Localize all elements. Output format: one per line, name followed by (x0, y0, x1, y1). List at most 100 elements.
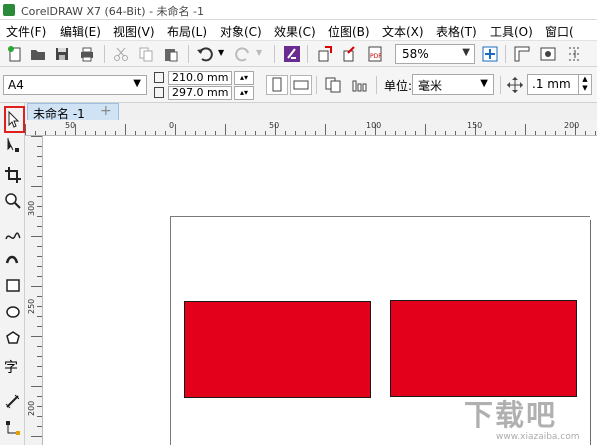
portrait-icon (272, 77, 282, 92)
menu-bitmaps[interactable]: 位图(B) (328, 23, 370, 40)
undo-dropdown-arrow-icon[interactable]: ▼ (218, 48, 224, 57)
toolbar-separator (376, 76, 377, 94)
nudge-distance-spinner[interactable]: ▲ ▼ (578, 74, 592, 95)
menu-file[interactable]: 文件(F) (6, 23, 46, 40)
watermark-url: www.xiazaiba.com (496, 432, 580, 442)
copy-icon[interactable] (137, 45, 155, 63)
toolbar-separator (104, 45, 105, 63)
import-icon[interactable] (316, 45, 334, 63)
menu-view[interactable]: 视图(V) (113, 23, 155, 40)
units-label: 单位: (384, 79, 413, 93)
show-rulers-icon[interactable] (513, 45, 531, 63)
toolbar-separator (316, 76, 317, 94)
page-height-icon (154, 87, 164, 98)
export-icon[interactable] (341, 45, 359, 63)
ruler-label: 50 (269, 121, 280, 130)
shape-tool-icon[interactable] (4, 136, 22, 154)
title-bar: CorelDRAW X7 (64-Bit) - 未命名 -1 (0, 0, 597, 20)
rectangle-tool-icon[interactable] (4, 277, 22, 295)
toolbar-separator (505, 45, 506, 63)
chevron-down-icon: ▼ (462, 47, 470, 58)
pick-tool-highlight (4, 106, 25, 133)
artistic-media-tool-icon[interactable] (4, 251, 22, 269)
property-bar: A4 ▼ 210.0 mm ▴▾ 297.0 mm ▴▾ 单位: 毫米 ▼ .1… (0, 67, 597, 103)
watermark-logo: 下载吧 (464, 398, 558, 432)
undo-icon[interactable] (196, 45, 214, 63)
zoom-tool-icon[interactable] (4, 192, 22, 210)
portrait-button[interactable] (266, 75, 288, 95)
freehand-tool-icon[interactable] (4, 227, 22, 245)
redo-icon[interactable] (234, 45, 252, 63)
ruler-label: 250 (27, 298, 36, 314)
coreldraw-app-icon (3, 4, 15, 16)
menu-text[interactable]: 文本(X) (382, 23, 424, 40)
red-rectangle-left[interactable] (184, 301, 371, 398)
redo-dropdown-arrow-icon[interactable]: ▼ (256, 48, 262, 57)
paste-icon[interactable] (162, 45, 180, 63)
vertical-ruler-ticks (31, 136, 42, 437)
toolbar-separator (188, 45, 189, 63)
page-size-dropdown[interactable]: A4 ▼ (3, 75, 147, 95)
all-pages-icon[interactable] (324, 76, 342, 94)
zoom-level-value: 58% (402, 47, 429, 61)
ruler-label: 100 (366, 121, 382, 130)
menu-window[interactable]: 窗口( (545, 23, 574, 40)
page-width-field[interactable]: 210.0 mm (168, 71, 232, 85)
toolbar-separator (307, 45, 308, 63)
connector-tool-icon[interactable] (4, 419, 22, 437)
ellipse-tool-icon[interactable] (4, 303, 22, 321)
full-screen-preview-icon[interactable] (481, 45, 499, 63)
toolbox: 字 (0, 103, 25, 445)
document-tab-bar: 未命名 -1 + (0, 103, 597, 121)
svg-text:PDF: PDF (370, 53, 382, 60)
page-width-spinner[interactable]: ▴▾ (234, 71, 254, 85)
toolbar-separator (500, 76, 501, 94)
current-page-icon[interactable] (350, 76, 368, 94)
page-height-field[interactable]: 297.0 mm (168, 86, 232, 100)
nudge-distance-value: .1 mm (532, 77, 571, 91)
landscape-button[interactable] (290, 75, 312, 95)
cut-icon[interactable] (112, 45, 130, 63)
horizontal-ruler[interactable]: 50 0 50 100 150 200 (25, 120, 597, 136)
menu-table[interactable]: 表格(T) (436, 23, 477, 40)
page-width-icon (154, 72, 164, 83)
menu-effects[interactable]: 效果(C) (274, 23, 316, 40)
search-content-icon[interactable] (283, 45, 301, 63)
chevron-down-icon: ▼ (133, 78, 141, 89)
ruler-label: 0 (169, 121, 175, 130)
show-grid-icon[interactable] (539, 45, 557, 63)
parallel-dimension-tool-icon[interactable] (4, 393, 22, 411)
open-folder-icon[interactable] (29, 45, 47, 63)
menu-tools[interactable]: 工具(O) (490, 23, 533, 40)
page-size-value: A4 (8, 78, 24, 92)
menu-object[interactable]: 对象(C) (220, 23, 262, 40)
text-tool-icon[interactable]: 字 (4, 359, 22, 377)
polygon-tool-icon[interactable] (4, 329, 22, 347)
red-rectangle-right[interactable] (390, 300, 577, 397)
page-height-spinner[interactable]: ▴▾ (234, 86, 254, 100)
menu-edit[interactable]: 编辑(E) (60, 23, 101, 40)
ruler-label: 200 (564, 121, 580, 130)
add-tab-icon[interactable]: + (100, 104, 112, 118)
units-value: 毫米 (418, 79, 443, 93)
chevron-down-icon: ▼ (480, 78, 488, 89)
ruler-label: 200 (27, 400, 36, 416)
vertical-ruler[interactable]: 300 250 200 (25, 136, 43, 445)
standard-toolbar: ▼ ▼ PDF 58% ▼ (0, 40, 597, 67)
menu-bar: 文件(F) 编辑(E) 视图(V) 布局(L) 对象(C) 效果(C) 位图(B… (0, 20, 597, 40)
ruler-label: 50 (65, 121, 76, 130)
window-title: CorelDRAW X7 (64-Bit) - 未命名 -1 (21, 5, 205, 18)
zoom-level-dropdown[interactable]: 58% ▼ (395, 44, 475, 64)
publish-pdf-icon[interactable]: PDF (366, 45, 384, 63)
print-icon[interactable] (78, 45, 96, 63)
save-icon[interactable] (53, 45, 71, 63)
new-document-icon[interactable] (6, 45, 24, 63)
units-dropdown[interactable]: 毫米 ▼ (412, 74, 494, 95)
ruler-label: 150 (467, 121, 483, 130)
nudge-distance-field[interactable]: .1 mm (527, 74, 579, 95)
snap-to-icon[interactable] (566, 45, 584, 63)
menu-layout[interactable]: 布局(L) (167, 23, 207, 40)
landscape-icon (293, 80, 309, 90)
crop-tool-icon[interactable] (4, 166, 22, 184)
ruler-label: 300 (27, 200, 36, 216)
